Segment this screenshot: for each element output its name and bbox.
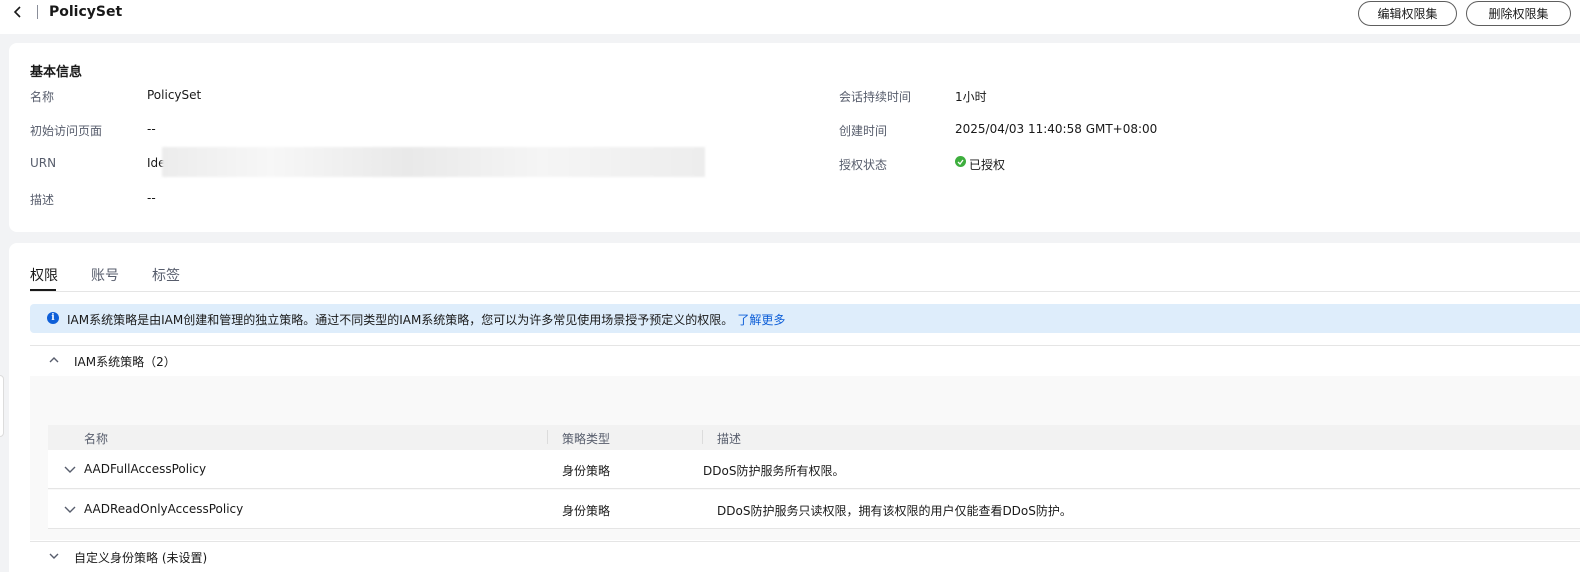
info-icon: i bbox=[47, 312, 59, 324]
iam-policies-collapse-header[interactable]: IAM系统策略（2） bbox=[30, 347, 1580, 375]
page-header: PolicySet 编辑权限集 删除权限集 bbox=[0, 0, 1580, 34]
learn-more-link[interactable]: 了解更多 bbox=[737, 313, 785, 327]
column-header-description: 描述 bbox=[717, 432, 742, 446]
column-separator bbox=[702, 430, 703, 444]
policy-name: AADFullAccessPolicy bbox=[84, 462, 207, 476]
chevron-up-icon bbox=[49, 357, 59, 363]
start-page-label: 初始访问页面 bbox=[30, 124, 103, 138]
description-value: -- bbox=[147, 191, 156, 205]
chevron-down-icon bbox=[49, 553, 59, 559]
table-row: AADFullAccessPolicy 身份策略 DDoS防护服务所有权限。 bbox=[48, 450, 1580, 489]
chevron-down-icon[interactable] bbox=[64, 465, 76, 474]
created-time-value: 2025/04/03 11:40:58 GMT+08:00 bbox=[955, 122, 1158, 136]
session-duration-value: 1小时 bbox=[955, 90, 987, 104]
tab-tags[interactable]: 标签 bbox=[152, 265, 180, 285]
basic-info-card: 基本信息 名称 PolicySet 初始访问页面 -- URN Ide 描述 -… bbox=[9, 43, 1580, 232]
policy-type: 身份策略 bbox=[562, 504, 611, 518]
iam-policies-title: IAM系统策略（2） bbox=[74, 355, 176, 369]
column-separator bbox=[547, 430, 548, 444]
active-tab-indicator bbox=[30, 289, 56, 291]
delete-policy-set-button[interactable]: 删除权限集 bbox=[1466, 1, 1571, 26]
tab-accounts[interactable]: 账号 bbox=[91, 265, 119, 285]
auth-status-label: 授权状态 bbox=[839, 158, 888, 172]
basic-info-title: 基本信息 bbox=[30, 65, 83, 80]
iam-policies-body: 名称 策略类型 描述 AADFullAccessPolicy 身份策略 DDoS… bbox=[30, 376, 1580, 540]
tab-permissions[interactable]: 权限 bbox=[30, 265, 58, 285]
column-header-name: 名称 bbox=[84, 432, 109, 446]
policy-description: DDoS防护服务只读权限，拥有该权限的用户仅能查看DDoS防护。 bbox=[717, 504, 1072, 518]
name-label: 名称 bbox=[30, 90, 55, 104]
table-row: AADReadOnlyAccessPolicy 身份策略 DDoS防护服务只读权… bbox=[48, 490, 1580, 529]
section-divider bbox=[30, 345, 1580, 346]
chevron-down-icon[interactable] bbox=[64, 505, 76, 514]
side-drawer-handle[interactable] bbox=[0, 375, 4, 437]
session-duration-label: 会话持续时间 bbox=[839, 90, 912, 104]
custom-policies-collapse-header[interactable]: 自定义身份策略 (未设置) bbox=[30, 543, 1580, 571]
urn-label: URN bbox=[30, 156, 57, 170]
custom-policies-title: 自定义身份策略 (未设置) bbox=[74, 551, 208, 565]
back-button[interactable] bbox=[8, 2, 28, 22]
created-time-label: 创建时间 bbox=[839, 124, 888, 138]
description-label: 描述 bbox=[30, 193, 55, 207]
urn-redacted bbox=[162, 147, 705, 177]
table-header: 名称 策略类型 描述 bbox=[48, 425, 1580, 450]
alert-text: IAM系统策略是由IAM创建和管理的独立策略。通过不同类型的IAM系统策略，您可… bbox=[67, 313, 734, 327]
chevron-left-icon bbox=[13, 6, 21, 18]
name-value: PolicySet bbox=[147, 88, 202, 102]
permissions-card: 权限 账号 标签 i IAM系统策略是由IAM创建和管理的独立策略。通过不同类型… bbox=[9, 243, 1580, 572]
edit-policy-set-button[interactable]: 编辑权限集 bbox=[1358, 1, 1457, 26]
section-divider bbox=[30, 541, 1580, 542]
start-page-value: -- bbox=[147, 122, 156, 136]
check-circle-icon bbox=[955, 156, 966, 167]
page-title: PolicySet bbox=[49, 4, 123, 20]
policy-name: AADReadOnlyAccessPolicy bbox=[84, 502, 244, 516]
tabs-divider bbox=[30, 291, 1580, 292]
info-alert: i IAM系统策略是由IAM创建和管理的独立策略。通过不同类型的IAM系统策略，… bbox=[30, 304, 1580, 333]
header-divider bbox=[37, 5, 38, 19]
policy-description: DDoS防护服务所有权限。 bbox=[703, 464, 845, 478]
policy-type: 身份策略 bbox=[562, 464, 611, 478]
column-header-type: 策略类型 bbox=[562, 432, 611, 446]
auth-status-value: 已授权 bbox=[969, 158, 1006, 172]
